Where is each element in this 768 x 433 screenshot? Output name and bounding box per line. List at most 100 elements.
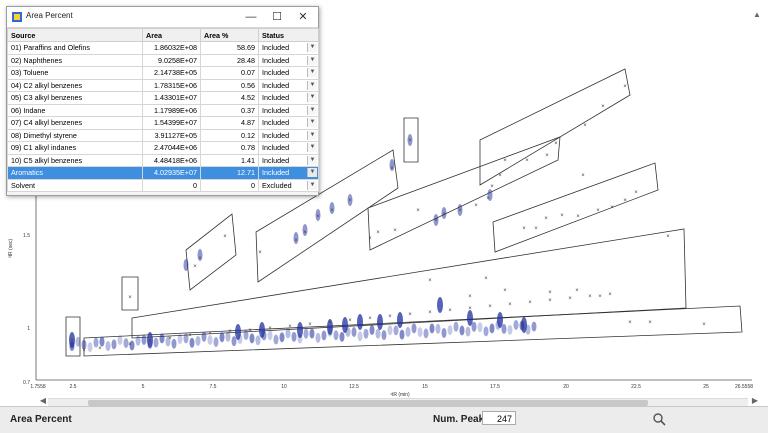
area-cell: 1.43301E+07: [142, 91, 201, 105]
peak-blob: [259, 322, 265, 338]
chevron-down-icon[interactable]: ▼: [307, 43, 317, 52]
status-dropdown[interactable]: Included ▼: [258, 103, 319, 117]
peak-blob: [423, 328, 429, 339]
status-dropdown[interactable]: Included ▼: [258, 53, 319, 67]
table-row[interactable]: 05) C3 alkyl benzenes 1.43301E+07 4.52 Incl…: [7, 91, 319, 105]
area-cell: 3.91127E+05: [142, 128, 201, 142]
area-percent-window[interactable]: Area Percent — ☐ ✕ Source Area Area % St…: [6, 6, 319, 196]
peak-blob: [467, 310, 473, 326]
peak-marker: ×: [294, 238, 298, 244]
chevron-down-icon[interactable]: ▼: [307, 180, 317, 190]
peak-blob: [135, 335, 141, 346]
x-tick-label: 15: [422, 384, 428, 390]
peak-blob: [273, 334, 279, 345]
table-row[interactable]: 01) Paraffins and Olefins 1.86032E+08 58.6…: [7, 41, 319, 55]
scroll-up-arrow-icon[interactable]: ▲: [752, 10, 762, 20]
source-cell: Solvent: [7, 178, 143, 192]
peak-marker: ×: [468, 306, 472, 312]
chevron-down-icon[interactable]: ▼: [307, 105, 317, 115]
column-header[interactable]: Status: [258, 28, 319, 42]
peak-blob: [399, 329, 405, 340]
status-dropdown[interactable]: Included ▼: [258, 166, 319, 180]
minimize-button[interactable]: —: [238, 8, 264, 26]
area-cell: 9.0258E+07: [142, 53, 201, 67]
peak-marker: ×: [498, 173, 502, 179]
peak-marker: ×: [623, 84, 627, 90]
peak-marker: ×: [128, 295, 132, 301]
y-tick-label: 1: [27, 326, 30, 332]
peak-marker: ×: [368, 236, 372, 242]
maximize-button[interactable]: ☐: [264, 8, 290, 26]
peak-marker: ×: [393, 228, 397, 234]
source-cell: Aromatics: [7, 166, 143, 180]
peak-blob: [141, 335, 147, 346]
table-row[interactable]: 07) C4 alkyl benzenes 1.54399E+07 4.87 Incl…: [7, 116, 319, 130]
table-row[interactable]: 09) C1 alkyl indanes 2.47044E+06 0.78 Inclu…: [7, 141, 319, 155]
peak-blob: [159, 333, 165, 344]
status-value: Included: [262, 143, 290, 153]
window-titlebar[interactable]: Area Percent — ☐ ✕: [7, 7, 318, 28]
area-percent-cell: 12.71: [200, 166, 259, 180]
chevron-down-icon[interactable]: ▼: [307, 143, 317, 152]
peak-blob: [177, 334, 183, 345]
region-polygon[interactable]: [492, 162, 659, 253]
region-polygon[interactable]: [479, 68, 631, 186]
peak-marker: ×: [448, 308, 452, 314]
column-header[interactable]: Area: [142, 28, 201, 42]
peak-blob: [477, 322, 483, 333]
peak-marker: ×: [575, 288, 579, 294]
chevron-down-icon[interactable]: ▼: [307, 118, 317, 127]
chevron-down-icon[interactable]: ▼: [307, 93, 317, 102]
table-row[interactable]: 08) Dimethyl styrene 3.91127E+05 0.12 Inclu…: [7, 128, 319, 142]
peak-blob: [459, 325, 465, 336]
chevron-down-icon[interactable]: ▼: [307, 130, 317, 140]
area-percent-cell: 1.41: [200, 153, 259, 167]
scroll-right-arrow-icon[interactable]: ▶: [750, 396, 760, 406]
peak-marker: ×: [608, 292, 612, 298]
peak-marker: ×: [168, 336, 172, 342]
peak-blob: [437, 297, 443, 313]
column-header[interactable]: Area %: [200, 28, 259, 42]
status-dropdown[interactable]: Included ▼: [258, 116, 319, 130]
table-row[interactable]: Aromatics 4.02935E+07 12.71 Included ▼: [7, 166, 319, 180]
peak-blob: [483, 326, 489, 337]
status-dropdown[interactable]: Excluded ▼: [258, 178, 319, 192]
peak-marker: ×: [525, 158, 529, 164]
chevron-down-icon[interactable]: ▼: [307, 68, 317, 77]
app-icon: [12, 12, 22, 22]
table-row[interactable]: 10) C5 alkyl benzenes 4.48418E+06 1.41 Incl…: [7, 153, 319, 167]
peak-marker: ×: [98, 346, 102, 352]
peak-blob: [375, 328, 381, 339]
chevron-down-icon[interactable]: ▼: [307, 80, 317, 90]
status-dropdown[interactable]: Included ▼: [258, 66, 319, 80]
search-icon[interactable]: [652, 412, 666, 426]
status-dropdown[interactable]: Included ▼: [258, 91, 319, 105]
scroll-left-arrow-icon[interactable]: ◀: [38, 396, 48, 406]
chevron-down-icon[interactable]: ▼: [307, 55, 317, 65]
table-row[interactable]: 04) C2 alkyl benzenes 1.78315E+06 0.56 Incl…: [7, 78, 319, 92]
status-dropdown[interactable]: Included ▼: [258, 128, 319, 142]
chevron-down-icon[interactable]: ▼: [307, 155, 317, 165]
peak-blob: [255, 335, 261, 346]
table-row[interactable]: 02) Naphthenes 9.0258E+07 28.48 Included ▼: [7, 53, 319, 67]
region-polygon[interactable]: [131, 228, 687, 339]
column-header[interactable]: Source: [7, 28, 143, 42]
status-dropdown[interactable]: Included ▼: [258, 153, 319, 167]
peak-marker: ×: [303, 230, 307, 236]
close-button[interactable]: ✕: [290, 8, 316, 26]
table-row[interactable]: Solvent 0 0 Excluded ▼: [7, 178, 319, 192]
area-cell: 1.86032E+08: [142, 41, 201, 55]
status-dropdown[interactable]: Included ▼: [258, 141, 319, 155]
status-dropdown[interactable]: Included ▼: [258, 41, 319, 55]
peak-marker: ×: [408, 138, 412, 144]
chevron-down-icon[interactable]: ▼: [307, 168, 317, 177]
peak-marker: ×: [534, 226, 538, 232]
table-row[interactable]: 03) Toluene 2.14738E+05 0.07 Included ▼: [7, 66, 319, 80]
peak-blob: [393, 325, 399, 336]
region-polygon[interactable]: [121, 276, 139, 311]
peak-marker: ×: [330, 208, 334, 214]
status-dropdown[interactable]: Included ▼: [258, 78, 319, 92]
peak-marker: ×: [666, 234, 670, 240]
region-polygon[interactable]: [185, 213, 237, 291]
table-row[interactable]: 06) Indane 1.17989E+06 0.37 Included ▼: [7, 103, 319, 117]
